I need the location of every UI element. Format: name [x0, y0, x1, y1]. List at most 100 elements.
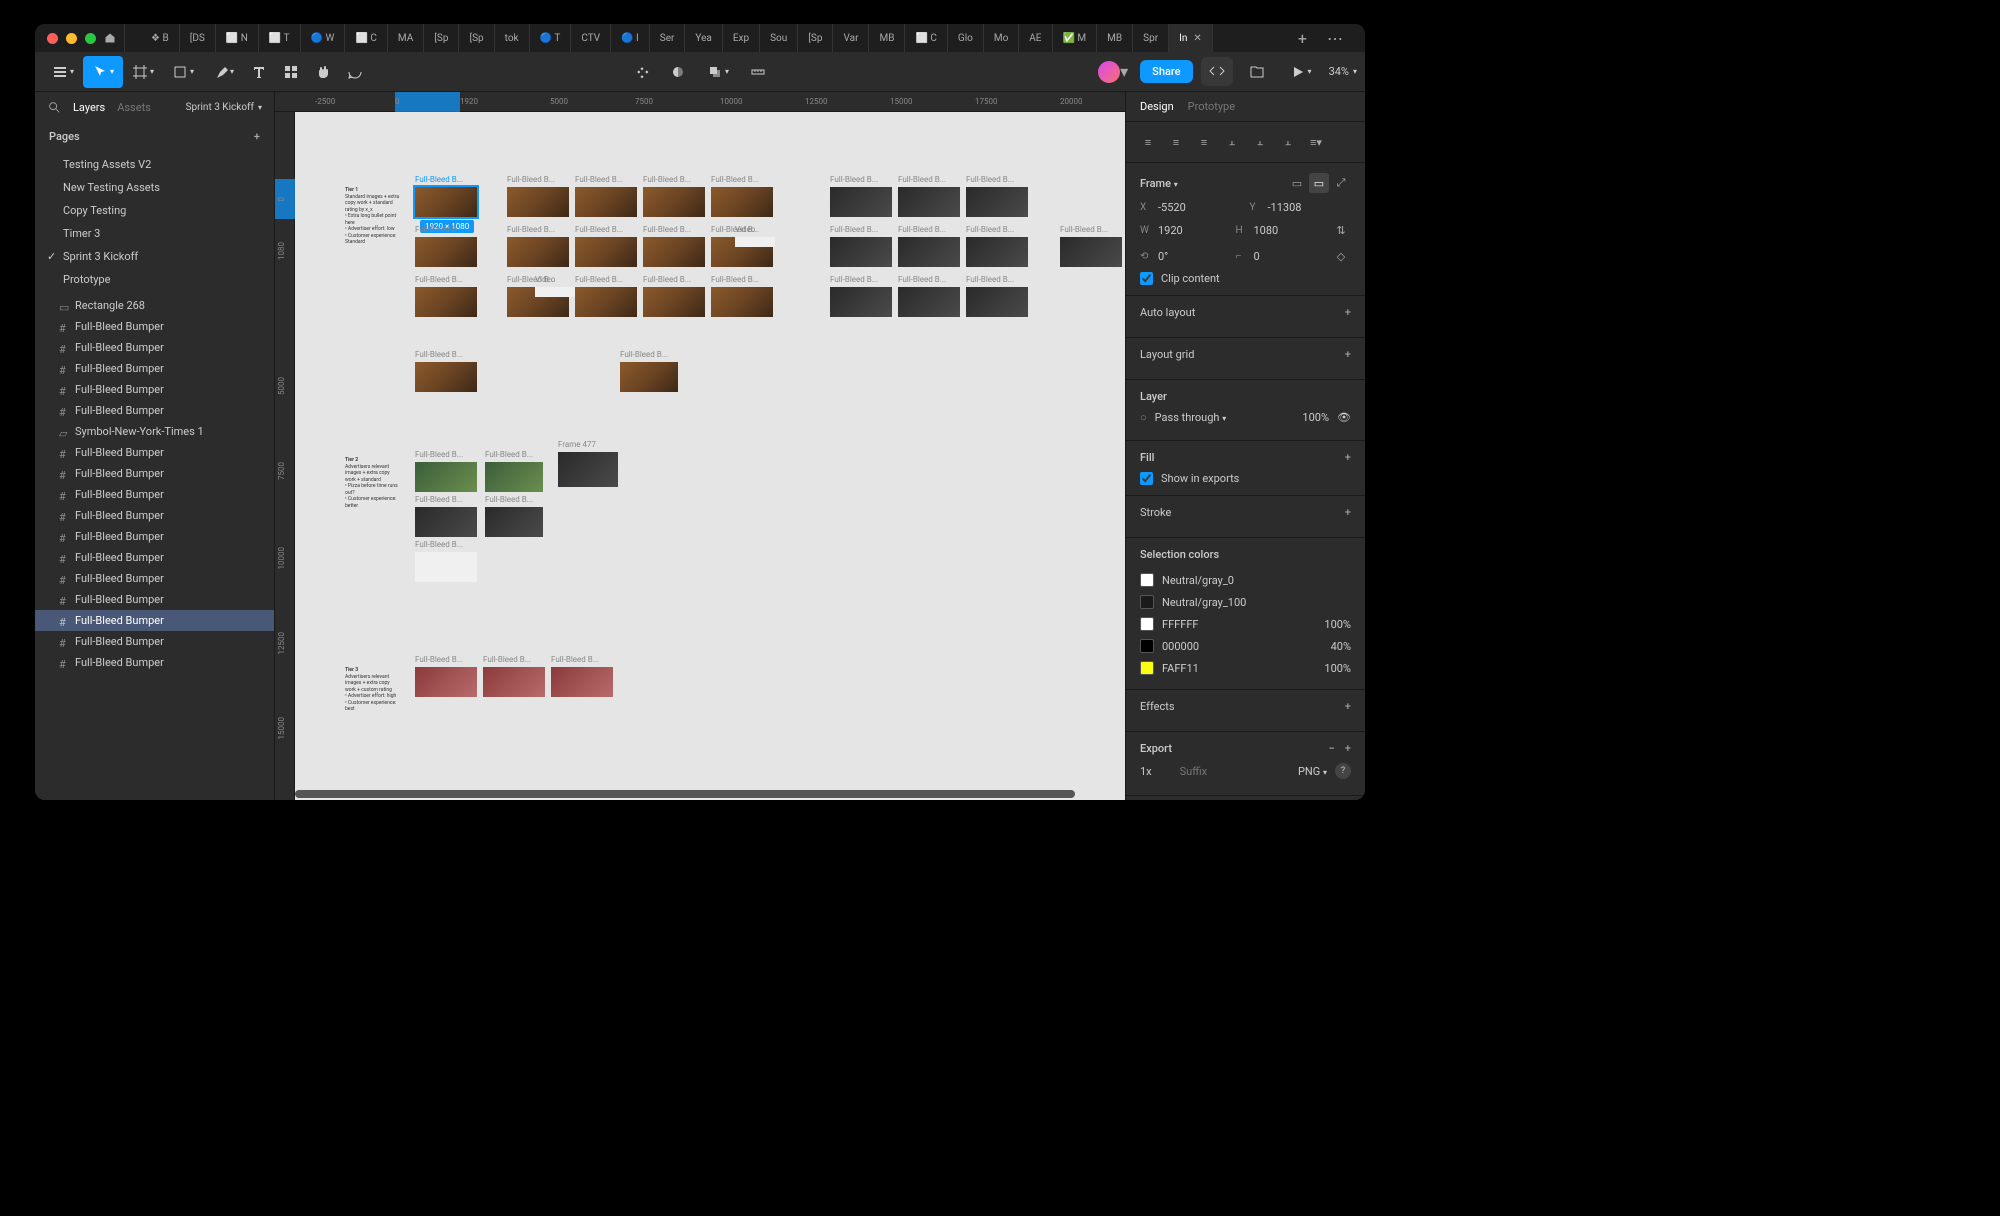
- mask-tool[interactable]: [662, 56, 694, 88]
- color-row[interactable]: FFFFFF100%: [1140, 613, 1351, 635]
- design-tab[interactable]: Design: [1140, 100, 1174, 113]
- export-suffix[interactable]: Suffix: [1180, 765, 1207, 778]
- canvas-frame[interactable]: Full-Bleed B...: [620, 362, 678, 392]
- resize-fit[interactable]: ⤢: [1331, 173, 1351, 193]
- canvas-frame[interactable]: Full-Bleed B...: [415, 507, 477, 537]
- comment-tool[interactable]: [339, 56, 371, 88]
- canvas-frame[interactable]: Full-Bleed B...: [711, 287, 773, 317]
- color-row[interactable]: FAFF11100%: [1140, 657, 1351, 679]
- file-tab[interactable]: [Sp: [798, 24, 833, 52]
- canvas-frame[interactable]: Full-Bleed B...: [643, 237, 705, 267]
- resources-tool[interactable]: [275, 56, 307, 88]
- radius-field[interactable]: 0: [1254, 250, 1260, 263]
- text-tool[interactable]: [243, 56, 275, 88]
- canvas-frame[interactable]: Full-Bleed B...: [1060, 237, 1122, 267]
- layer-item[interactable]: #Full-Bleed Bumper: [35, 400, 274, 421]
- file-tab[interactable]: AE: [1019, 24, 1052, 52]
- file-tab[interactable]: MA: [388, 24, 424, 52]
- share-button[interactable]: Share: [1140, 60, 1192, 83]
- doc-name[interactable]: Sprint 3 Kickoff ▾: [186, 102, 262, 113]
- canvas-frame[interactable]: Full-Bleed B...: [966, 187, 1028, 217]
- distribute[interactable]: ≡▾: [1304, 130, 1328, 154]
- maximize-window[interactable]: [85, 33, 96, 44]
- canvas-frame[interactable]: Video: [735, 237, 775, 247]
- library-icon[interactable]: [1241, 56, 1273, 88]
- file-tab[interactable]: Ser: [650, 24, 686, 52]
- add-effect[interactable]: +: [1345, 700, 1351, 713]
- export-minus[interactable]: −: [1328, 742, 1334, 755]
- artboard[interactable]: Tier 1Standard images + extra copy work …: [295, 112, 1125, 800]
- file-tab[interactable]: Glo: [948, 24, 984, 52]
- show-exports-checkbox[interactable]: Show in exports: [1140, 472, 1351, 485]
- assets-tab[interactable]: Assets: [117, 101, 151, 114]
- file-tab[interactable]: [DS: [180, 24, 216, 52]
- layer-item[interactable]: #Full-Bleed Bumper: [35, 379, 274, 400]
- export-format[interactable]: PNG ▾: [1298, 765, 1327, 778]
- close-window[interactable]: [47, 33, 58, 44]
- file-tab[interactable]: Sou: [760, 24, 798, 52]
- layer-item[interactable]: #Full-Bleed Bumper: [35, 526, 274, 547]
- color-row[interactable]: 00000040%: [1140, 635, 1351, 657]
- pages-header[interactable]: Pages +: [35, 122, 274, 151]
- canvas-frame[interactable]: Full-Bleed B...: [575, 237, 637, 267]
- file-tab[interactable]: ✅ M: [1053, 24, 1098, 52]
- canvas-frame[interactable]: Full-Bleed B...: [415, 237, 477, 267]
- add-page-button[interactable]: +: [254, 130, 260, 143]
- page-item[interactable]: Timer 3: [35, 222, 274, 245]
- add-autolayout[interactable]: +: [1345, 306, 1351, 319]
- file-tab[interactable]: 🔵 I: [611, 24, 650, 52]
- canvas-frame[interactable]: Full-Bleed B...: [966, 237, 1028, 267]
- visibility-icon[interactable]: 👁: [1337, 411, 1351, 424]
- file-tab[interactable]: MB: [869, 24, 905, 52]
- page-item[interactable]: Prototype: [35, 268, 274, 291]
- canvas-frame[interactable]: Full-Bleed B...: [415, 667, 477, 697]
- file-tab[interactable]: Var: [833, 24, 869, 52]
- file-tab[interactable]: ⬜ T: [259, 24, 301, 52]
- minimize-window[interactable]: [66, 33, 77, 44]
- file-tab[interactable]: Mo: [984, 24, 1019, 52]
- component-tool[interactable]: [626, 56, 658, 88]
- canvas-frame[interactable]: Full-Bleed B...: [830, 187, 892, 217]
- file-tab[interactable]: Spr: [1133, 24, 1169, 52]
- file-tab[interactable]: CTV: [571, 24, 611, 52]
- x-field[interactable]: -5520: [1158, 201, 1186, 214]
- pen-tool[interactable]: ▾: [203, 56, 243, 88]
- layer-item[interactable]: #Full-Bleed Bumper: [35, 547, 274, 568]
- canvas-frame[interactable]: Full-Bleed B...: [830, 287, 892, 317]
- align-right[interactable]: ≡: [1192, 130, 1216, 154]
- new-tab-button[interactable]: +: [1288, 29, 1317, 48]
- frame-tool[interactable]: ▾: [123, 56, 163, 88]
- resize-fixed[interactable]: ▭: [1287, 173, 1307, 193]
- canvas-frame[interactable]: Full-Bleed B...: [551, 667, 613, 697]
- align-top[interactable]: ⫠: [1220, 130, 1244, 154]
- canvas-frame[interactable]: Full-Bleed B...: [966, 287, 1028, 317]
- align-bottom[interactable]: ⫠: [1276, 130, 1300, 154]
- file-tab[interactable]: 🔵 W: [301, 24, 346, 52]
- page-item[interactable]: Sprint 3 Kickoff: [35, 245, 274, 268]
- canvas-frame[interactable]: Full-Bleed B...: [643, 187, 705, 217]
- canvas-frame[interactable]: Frame 477: [558, 452, 618, 487]
- layer-item[interactable]: #Full-Bleed Bumper: [35, 631, 274, 652]
- canvas-frame[interactable]: Full-Bleed B...: [485, 462, 543, 492]
- canvas-frame[interactable]: Full-Bleed B...: [415, 362, 477, 392]
- file-tab[interactable]: ⬜ C: [345, 24, 387, 52]
- add-export[interactable]: +: [1345, 742, 1351, 755]
- layer-item[interactable]: #Full-Bleed Bumper: [35, 652, 274, 673]
- canvas-frame[interactable]: Full-Bleed B...: [711, 187, 773, 217]
- layer-item[interactable]: #Full-Bleed Bumper: [35, 442, 274, 463]
- canvas-frame[interactable]: Full-Bleed B...: [507, 187, 569, 217]
- dev-mode-button[interactable]: [1201, 57, 1233, 86]
- page-item[interactable]: New Testing Assets: [35, 176, 274, 199]
- constrain-icon[interactable]: ⇅: [1331, 220, 1351, 240]
- canvas-frame[interactable]: Full-Bleed B...: [485, 507, 543, 537]
- align-left[interactable]: ≡: [1136, 130, 1160, 154]
- file-tab[interactable]: Exp: [723, 24, 760, 52]
- file-tab[interactable]: In✕: [1169, 24, 1213, 52]
- page-item[interactable]: Copy Testing: [35, 199, 274, 222]
- file-tab[interactable]: ⬜ N: [216, 24, 259, 52]
- canvas-frame[interactable]: Full-Bleed B...: [898, 187, 960, 217]
- add-layoutgrid[interactable]: +: [1345, 348, 1351, 361]
- boolean-tool[interactable]: ▾: [698, 56, 738, 88]
- canvas-frame[interactable]: Full-Bleed B...: [415, 187, 477, 217]
- layer-item[interactable]: #Full-Bleed Bumper: [35, 358, 274, 379]
